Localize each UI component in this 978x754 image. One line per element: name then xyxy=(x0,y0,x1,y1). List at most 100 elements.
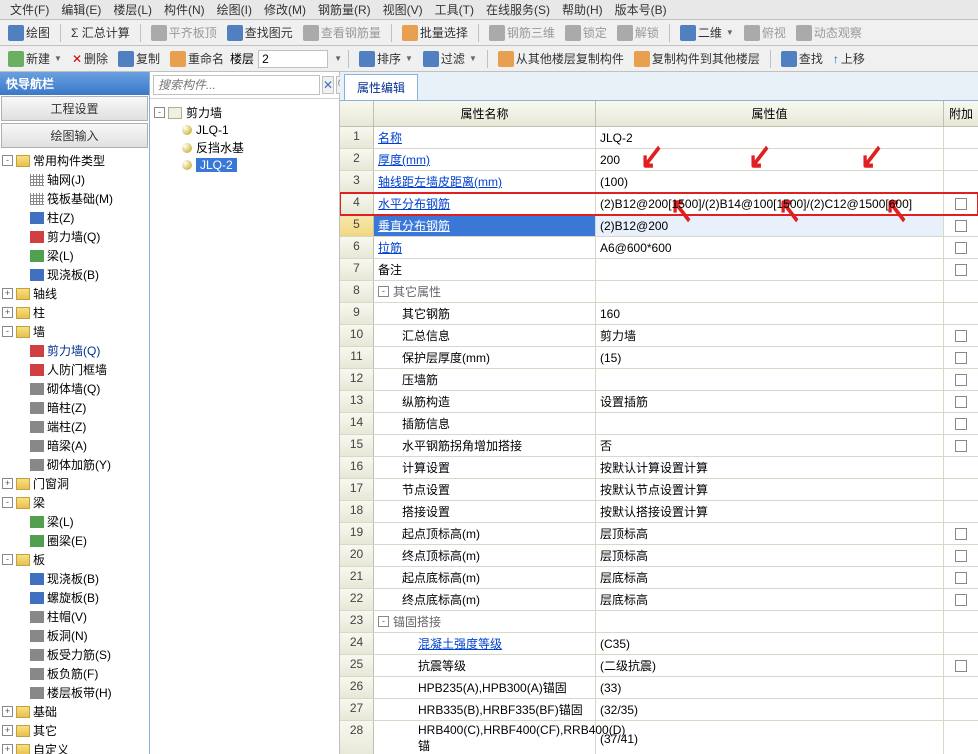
prop-value[interactable] xyxy=(596,611,944,632)
property-row[interactable]: 16计算设置按默认计算设置计算 xyxy=(340,457,978,479)
checkbox[interactable] xyxy=(955,572,967,584)
property-row[interactable]: 28HRB400(C),HRBF400(CF),RRB400(D)锚(37/41… xyxy=(340,721,978,754)
nav-tree-item[interactable]: 柱帽(V) xyxy=(2,607,147,626)
prop-value[interactable]: 按默认计算设置计算 xyxy=(596,457,944,478)
tool-draw[interactable]: 绘图 xyxy=(4,22,54,43)
tool-2d[interactable]: 二维▼ xyxy=(676,22,738,43)
nav-tree-item[interactable]: -墙 xyxy=(2,322,147,341)
comp-item[interactable]: 反挡水基 xyxy=(154,138,335,157)
nav-tree[interactable]: -常用构件类型轴网(J)筏板基础(M)柱(Z)剪力墙(Q)梁(L)现浇板(B)+… xyxy=(0,149,149,754)
property-row[interactable]: 7备注 xyxy=(340,259,978,281)
tree-toggle[interactable]: + xyxy=(2,744,13,754)
nav-tree-item[interactable]: 现浇板(B) xyxy=(2,569,147,588)
prop-value[interactable]: 层顶标高 xyxy=(596,545,944,566)
nav-btn-draw[interactable]: 绘图输入 xyxy=(1,123,148,148)
property-row[interactable]: 26HPB235(A),HPB300(A)锚固(33) xyxy=(340,677,978,699)
tool-unlock[interactable]: 解锁 xyxy=(613,22,663,43)
prop-value[interactable]: (33) xyxy=(596,677,944,698)
menu-item[interactable]: 楼层(L) xyxy=(107,1,158,18)
property-row[interactable]: 1名称JLQ-2 xyxy=(340,127,978,149)
property-row[interactable]: 11保护层厚度(mm)(15) xyxy=(340,347,978,369)
tree-toggle[interactable]: - xyxy=(2,554,13,565)
checkbox[interactable] xyxy=(955,330,967,342)
nav-tree-item[interactable]: 板负筋(F) xyxy=(2,664,147,683)
checkbox[interactable] xyxy=(955,198,967,210)
tool-find[interactable]: 查找 xyxy=(777,48,827,69)
nav-tree-item[interactable]: +其它 xyxy=(2,721,147,740)
menu-item[interactable]: 绘图(I) xyxy=(211,1,258,18)
tool-find-elem[interactable]: 查找图元 xyxy=(223,22,297,43)
checkbox[interactable] xyxy=(955,594,967,606)
checkbox[interactable] xyxy=(955,396,967,408)
nav-tree-item[interactable]: -常用构件类型 xyxy=(2,151,147,170)
prop-value[interactable]: 按默认节点设置计算 xyxy=(596,479,944,500)
nav-tree-item[interactable]: 梁(L) xyxy=(2,246,147,265)
menu-item[interactable]: 版本号(B) xyxy=(609,1,673,18)
property-row[interactable]: 9其它钢筋160 xyxy=(340,303,978,325)
nav-tree-item[interactable]: 砌体加筋(Y) xyxy=(2,455,147,474)
tool-move-up[interactable]: ↑上移 xyxy=(829,48,869,69)
tool-new[interactable]: 新建▼ xyxy=(4,48,66,69)
tree-toggle[interactable]: + xyxy=(2,725,13,736)
comp-item[interactable]: JLQ-1 xyxy=(154,122,335,138)
tree-toggle[interactable]: + xyxy=(2,478,13,489)
tool-copy-from[interactable]: 从其他楼层复制构件 xyxy=(494,48,628,69)
prop-value[interactable] xyxy=(596,281,944,302)
checkbox[interactable] xyxy=(955,352,967,364)
prop-value[interactable]: 层底标高 xyxy=(596,589,944,610)
property-row[interactable]: 6拉筋A6@600*600 xyxy=(340,237,978,259)
nav-tree-item[interactable]: -板 xyxy=(2,550,147,569)
menu-item[interactable]: 帮助(H) xyxy=(556,1,609,18)
main-menubar[interactable]: 文件(F)编辑(E)楼层(L)构件(N)绘图(I)修改(M)钢筋量(R)视图(V… xyxy=(0,0,978,20)
nav-tree-item[interactable]: +基础 xyxy=(2,702,147,721)
nav-tree-item[interactable]: +门窗洞 xyxy=(2,474,147,493)
tab-property[interactable]: 属性编辑 xyxy=(344,74,418,100)
property-row[interactable]: 17节点设置按默认节点设置计算 xyxy=(340,479,978,501)
prop-value[interactable]: (2)B12@200 xyxy=(596,215,944,236)
nav-tree-item[interactable]: 暗梁(A) xyxy=(2,436,147,455)
prop-value[interactable]: 设置插筋 xyxy=(596,391,944,412)
tool-view-qty[interactable]: 查看钢筋量 xyxy=(299,22,385,43)
prop-value[interactable]: JLQ-2 xyxy=(596,127,944,148)
property-grid[interactable]: 属性名称 属性值 附加 1名称JLQ-22厚度(mm)2003轴线距左墙皮距离(… xyxy=(340,101,978,754)
search-clear[interactable]: ✕ xyxy=(322,76,334,94)
menu-item[interactable]: 在线服务(S) xyxy=(480,1,556,18)
tool-overlook[interactable]: 俯视 xyxy=(740,22,790,43)
tool-copy[interactable]: 复制 xyxy=(114,48,164,69)
property-row[interactable]: 8-其它属性 xyxy=(340,281,978,303)
checkbox[interactable] xyxy=(955,440,967,452)
tool-delete[interactable]: ✕删除 xyxy=(68,48,112,69)
menu-item[interactable]: 修改(M) xyxy=(258,1,312,18)
property-row[interactable]: 21起点底标高(m)层底标高 xyxy=(340,567,978,589)
nav-tree-item[interactable]: -梁 xyxy=(2,493,147,512)
menu-item[interactable]: 工具(T) xyxy=(429,1,480,18)
checkbox[interactable] xyxy=(955,242,967,254)
prop-value[interactable]: 层底标高 xyxy=(596,567,944,588)
property-row[interactable]: 13纵筋构造设置插筋 xyxy=(340,391,978,413)
tree-toggle[interactable]: + xyxy=(2,307,13,318)
prop-value[interactable]: 按默认搭接设置计算 xyxy=(596,501,944,522)
floor-input[interactable] xyxy=(258,50,328,68)
nav-tree-item[interactable]: 柱(Z) xyxy=(2,208,147,227)
prop-value[interactable]: 层顶标高 xyxy=(596,523,944,544)
tree-toggle[interactable]: + xyxy=(2,288,13,299)
nav-tree-item[interactable]: +自定义 xyxy=(2,740,147,754)
tool-sort[interactable]: 排序▼ xyxy=(355,48,417,69)
prop-value[interactable]: (C35) xyxy=(596,633,944,654)
nav-tree-item[interactable]: 螺旋板(B) xyxy=(2,588,147,607)
prop-value[interactable]: (37/41) xyxy=(596,721,944,754)
tool-dynview[interactable]: 动态观察 xyxy=(792,22,866,43)
tool-batch-select[interactable]: 批量选择 xyxy=(398,22,472,43)
prop-value[interactable]: 160 xyxy=(596,303,944,324)
nav-tree-item[interactable]: 暗柱(Z) xyxy=(2,398,147,417)
floor-dropdown[interactable]: ▼ xyxy=(334,54,342,63)
prop-value[interactable]: (15) xyxy=(596,347,944,368)
property-row[interactable]: 27HRB335(B),HRBF335(BF)锚固(32/35) xyxy=(340,699,978,721)
tool-flatten[interactable]: 平齐板顶 xyxy=(147,22,221,43)
menu-item[interactable]: 构件(N) xyxy=(158,1,211,18)
property-row[interactable]: 10汇总信息剪力墙 xyxy=(340,325,978,347)
prop-value[interactable]: 200 xyxy=(596,149,944,170)
property-row[interactable]: 3轴线距左墙皮距离(mm)(100) xyxy=(340,171,978,193)
prop-value[interactable]: (2)B12@200[1500]/(2)B14@100[1500]/(2)C12… xyxy=(596,193,944,214)
nav-tree-item[interactable]: 现浇板(B) xyxy=(2,265,147,284)
